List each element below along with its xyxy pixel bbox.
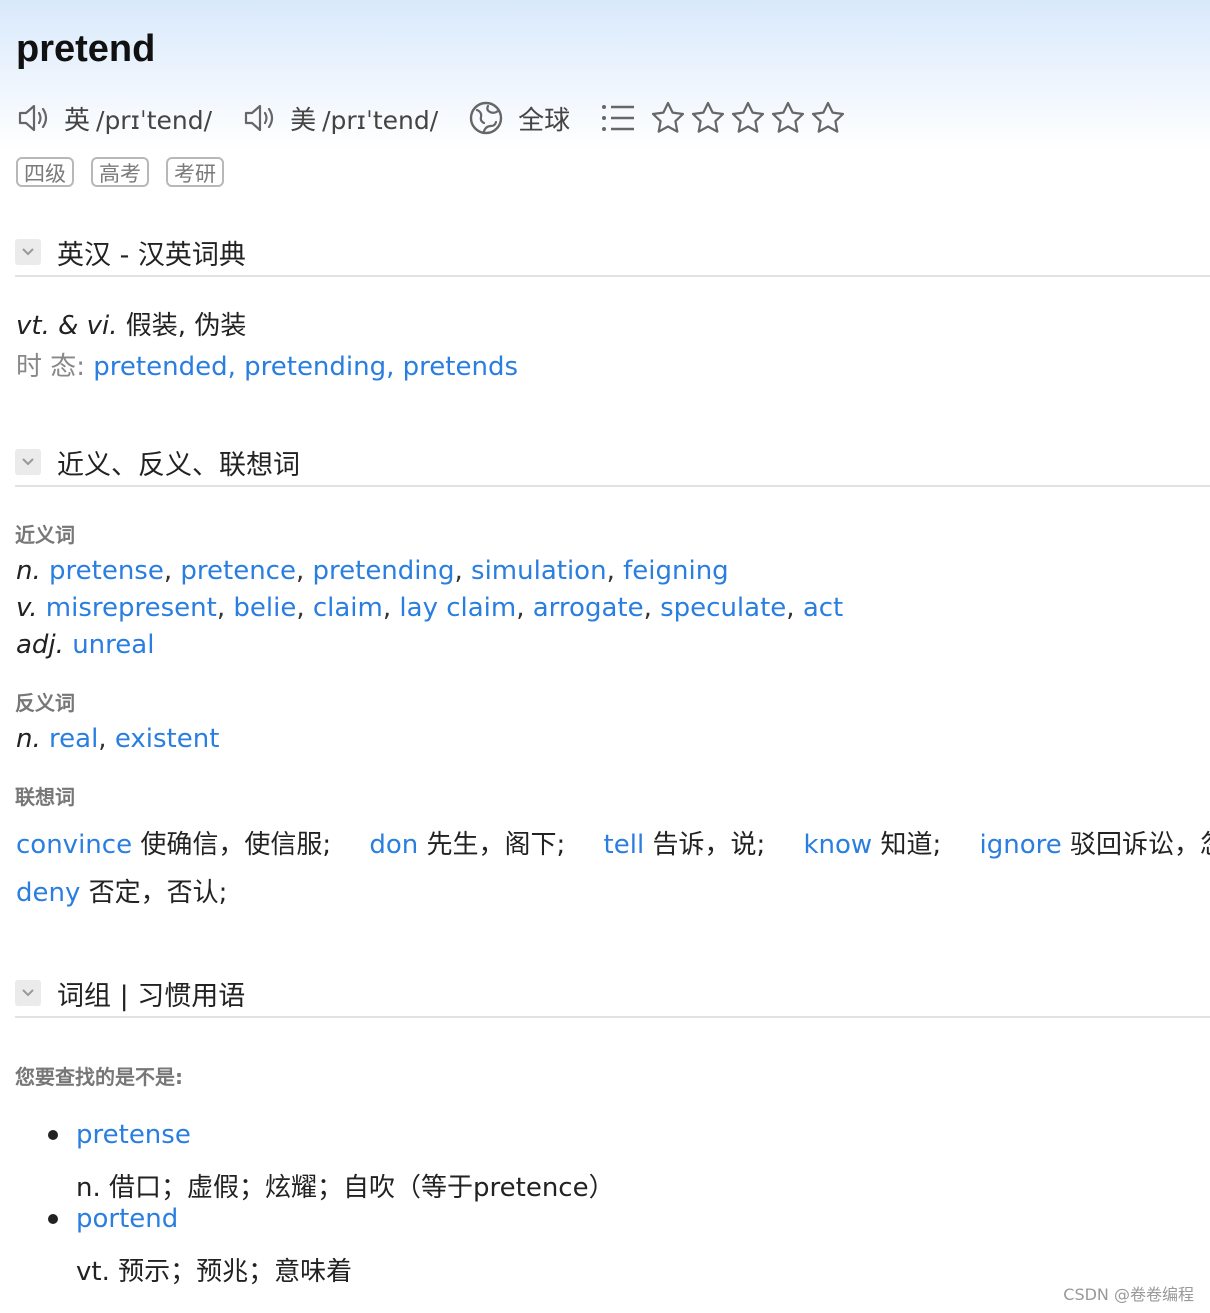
watermark: CSDN @卷卷编程	[1063, 1285, 1194, 1304]
star-icon[interactable]	[730, 100, 766, 136]
synonym-link[interactable]: simulation	[471, 556, 607, 586]
antonym-link[interactable]: real	[49, 724, 98, 754]
suggestion-link[interactable]: pretense	[76, 1120, 191, 1150]
antonyms-heading: 反义词	[15, 691, 75, 715]
section-header-related[interactable]: 近义、反义、联想词	[15, 439, 1210, 487]
chevron-down-icon[interactable]	[15, 449, 41, 475]
star-icon[interactable]	[650, 100, 686, 136]
synonym-link[interactable]: speculate	[660, 593, 786, 623]
synonym-link[interactable]: arrogate	[533, 593, 644, 623]
associated-link[interactable]: deny	[16, 878, 80, 908]
associated-link[interactable]: convince	[16, 830, 132, 860]
tense-link[interactable]: pretending,	[244, 352, 394, 382]
associated-heading: 联想词	[15, 785, 75, 809]
section-header-phrases[interactable]: 词组 | 习惯用语	[15, 970, 1210, 1018]
associated-link[interactable]: ignore	[980, 830, 1062, 860]
definition-text: 假装, 伪装	[125, 311, 247, 341]
antonyms-line: n. real, existent	[16, 724, 220, 754]
definition-line: vt. & vi. 假装, 伪装	[16, 305, 246, 342]
tag-gaokao: 高考	[91, 157, 149, 187]
associated-item: deny 否定，否认;	[16, 878, 228, 908]
tense-line: 时 态: pretended, pretending, pretends	[16, 346, 518, 383]
suggestion-definition: vt. 预示；预兆；意味着	[76, 1257, 353, 1287]
star-icon[interactable]	[810, 100, 846, 136]
suggestion-heading: 您要查找的是不是:	[15, 1065, 183, 1089]
definition-pos: vt. & vi.	[16, 311, 118, 341]
global-label[interactable]: 全球	[518, 100, 570, 137]
suggestion-definition: n. 借口；虚假；炫耀；自吹（等于pretence）	[76, 1173, 615, 1203]
section-header-dict[interactable]: 英汉 - 汉英词典	[15, 229, 1210, 277]
list-icon[interactable]	[600, 102, 636, 134]
associated-item: don 先生，阁下;	[369, 830, 566, 860]
synonym-link[interactable]: unreal	[72, 630, 154, 660]
suggestion-item: portend	[48, 1204, 178, 1234]
synonym-link[interactable]: act	[803, 593, 843, 623]
synonyms-verb-line: v. misrepresent, belie, claim, lay claim…	[16, 593, 844, 623]
star-icon[interactable]	[770, 100, 806, 136]
synonyms-heading: 近义词	[15, 523, 75, 547]
suggestion-link[interactable]: portend	[76, 1204, 178, 1234]
synonyms-adj-line: adj. unreal	[16, 630, 155, 660]
globe-icon[interactable]	[468, 100, 504, 136]
section-title-related: 近义、反义、联想词	[57, 449, 300, 481]
star-icon[interactable]	[690, 100, 726, 136]
associated-item: know 知道;	[803, 830, 942, 860]
synonym-link[interactable]: pretending	[313, 556, 455, 586]
headword: pretend	[16, 28, 156, 70]
chevron-down-icon[interactable]	[15, 980, 41, 1006]
pronunciation-row: 英/prɪˈtend/ 美/prɪˈtend/ 全球	[16, 98, 846, 138]
synonym-link[interactable]: belie	[233, 593, 296, 623]
bullet-dot	[48, 1214, 58, 1224]
exam-tags: 四级 高考 考研	[16, 157, 224, 187]
synonym-link[interactable]: lay claim	[399, 593, 516, 623]
speaker-icon-uk[interactable]	[16, 101, 50, 135]
bullet-dot	[48, 1130, 58, 1140]
tag-kaoyan: 考研	[166, 157, 224, 187]
synonym-link[interactable]: claim	[313, 593, 383, 623]
synonym-link[interactable]: misrepresent	[46, 593, 217, 623]
pron-uk: 英/prɪˈtend/	[64, 105, 213, 136]
associated-link[interactable]: know	[803, 830, 872, 860]
associated-link[interactable]: tell	[604, 830, 645, 860]
tense-link[interactable]: pretends	[403, 352, 518, 382]
associated-link[interactable]: don	[369, 830, 418, 860]
section-title-phrases: 词组 | 习惯用语	[57, 980, 246, 1012]
synonym-link[interactable]: feigning	[623, 556, 729, 586]
associated-item: convince 使确信，使信服;	[16, 830, 332, 860]
synonym-link[interactable]: pretence	[180, 556, 296, 586]
synonyms-noun-line: n. pretense, pretence, pretending, simul…	[16, 556, 729, 586]
suggestion-item: pretense	[48, 1120, 191, 1150]
tag-cet4: 四级	[16, 157, 74, 187]
associated-line-1: convince 使确信，使信服; don 先生，阁下; tell 告诉，说; …	[16, 824, 1210, 861]
tense-label: 时 态:	[16, 352, 86, 382]
associated-item: tell 告诉，说;	[603, 830, 766, 860]
speaker-icon-us[interactable]	[242, 101, 276, 135]
pron-us: 美/prɪˈtend/	[290, 105, 439, 136]
associated-item: ignore 驳回诉讼，忽视,	[979, 830, 1210, 860]
chevron-down-icon[interactable]	[15, 239, 41, 265]
associated-line-2: deny 否定，否认;	[16, 872, 257, 909]
section-title-dict: 英汉 - 汉英词典	[57, 239, 246, 271]
tense-link[interactable]: pretended,	[93, 352, 236, 382]
synonym-link[interactable]: pretense	[49, 556, 164, 586]
rating-stars	[650, 100, 846, 136]
antonym-link[interactable]: existent	[115, 724, 220, 754]
